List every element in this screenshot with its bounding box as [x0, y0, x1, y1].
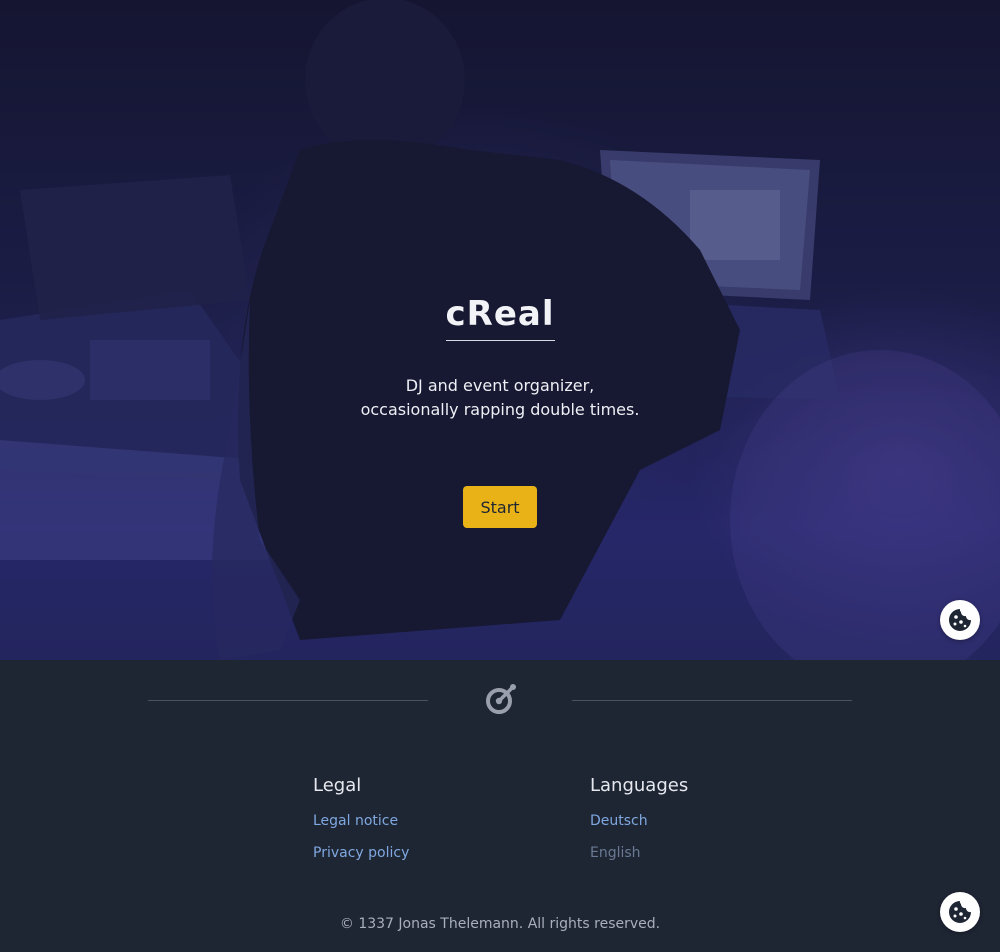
footer-divider-right [572, 700, 852, 701]
language-english-link[interactable]: English [590, 844, 688, 862]
page-title: cReal [0, 292, 1000, 341]
logo-icon[interactable] [484, 682, 518, 716]
privacy-policy-link[interactable]: Privacy policy [313, 844, 409, 862]
hero-content: cReal DJ and event organizer, occasional… [0, 0, 1000, 660]
footer: Legal Legal notice Privacy policy Langua… [0, 660, 1000, 952]
site-name: cReal [445, 292, 555, 341]
languages-heading: Languages [590, 775, 689, 796]
footer-divider-left [148, 700, 428, 701]
cookie-icon [949, 609, 971, 631]
start-button[interactable]: Start [463, 486, 537, 528]
copyright-text: © 1337 Jonas Thelemann. All rights reser… [339, 916, 661, 932]
cookie-icon [949, 901, 971, 923]
hero-tagline: DJ and event organizer, occasionally rap… [0, 374, 1000, 422]
legal-heading: Legal [313, 775, 362, 796]
cookie-settings-button-footer[interactable] [940, 892, 980, 932]
hero-section: cReal DJ and event organizer, occasional… [0, 0, 1000, 660]
tagline-line-1: DJ and event organizer, [405, 376, 595, 395]
tagline-line-2: occasionally rapping double times. [360, 400, 640, 419]
footer-languages-section: Languages Deutsch English [590, 774, 688, 862]
legal-notice-link[interactable]: Legal notice [313, 812, 409, 830]
footer-legal-section: Legal Legal notice Privacy policy [313, 774, 409, 862]
cookie-settings-button[interactable] [940, 600, 980, 640]
language-deutsch-link[interactable]: Deutsch [590, 812, 688, 830]
